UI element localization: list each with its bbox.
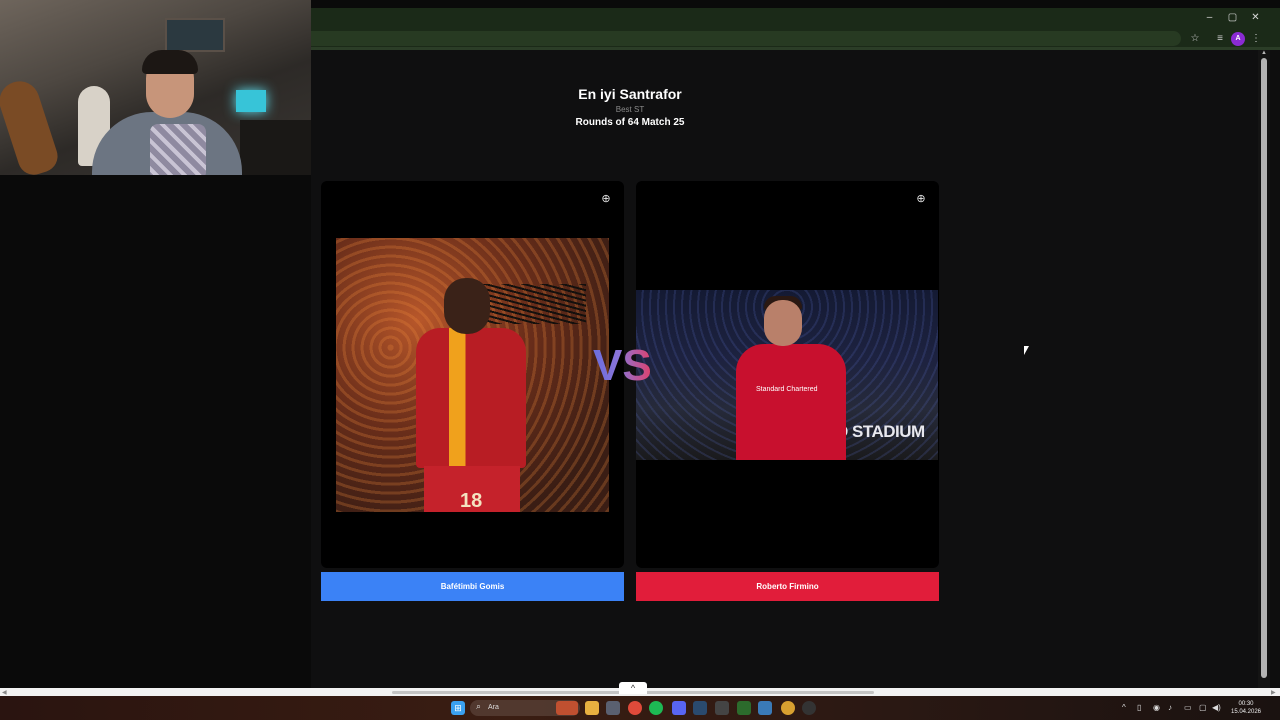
network-icon[interactable]: ◉ [1153,703,1160,712]
vs-label: VS [593,341,652,390]
store-icon[interactable] [606,701,620,715]
file-explorer-icon[interactable] [585,701,599,715]
settings-icon[interactable] [758,701,772,715]
browser-titlebar [311,8,1280,28]
keyboard-icon[interactable]: ▭ [1184,703,1192,712]
search-icon: ⌕ [476,701,482,711]
page-title: En iyi Santrafor [578,86,682,102]
webcam-overlay [0,0,311,175]
player-jersey [416,328,526,468]
vertical-scrollbar[interactable]: ▲ [1258,50,1270,688]
left-candidate-photo[interactable]: 18 [336,238,609,512]
page-subtitle: Best ST [615,105,645,114]
wall-picture [165,18,225,52]
player-head [764,300,802,346]
maximize-button[interactable]: ▢ [1221,8,1244,28]
taskbar-clock[interactable]: 00:30 15.04.2026 [1226,700,1266,716]
chevron-up-icon[interactable]: ^ [619,682,647,694]
player-dreadlocks [476,284,586,324]
streamer-headphones [142,50,198,74]
scroll-left-icon[interactable]: ◀ [2,689,7,696]
profile-avatar[interactable]: A [1231,32,1245,46]
bookmark-star-icon[interactable]: ☆ [1188,32,1202,46]
battery-icon[interactable]: ▯ [1137,703,1141,712]
top-strip [311,0,1280,8]
right-candidate-photo[interactable]: D STADIUM Standard Chartered [636,290,938,460]
mouse-cursor [1024,346,1029,355]
guitar [0,76,62,175]
clock-time: 00:30 [1238,701,1254,707]
clock-date: 15.04.2026 [1230,709,1262,715]
steam-icon[interactable] [693,701,707,715]
search-highlight-icon[interactable] [556,701,578,715]
microphone-icon[interactable]: ♪ [1168,703,1172,712]
minimize-button[interactable]: – [1198,8,1221,28]
scroll-right-icon[interactable]: ▶ [1271,689,1276,696]
chrome-icon[interactable] [628,701,642,715]
desk [240,120,311,175]
close-button[interactable]: ✕ [1244,8,1267,28]
stadium-signage: D STADIUM [836,422,925,441]
browser-menu-icon[interactable]: ⋮ [1249,32,1263,46]
choose-right-button[interactable]: Roberto Firmino [636,572,939,601]
scroll-up-icon[interactable]: ▲ [1261,50,1267,56]
vertical-scroll-thumb[interactable] [1261,58,1267,678]
start-icon[interactable]: ⊞ [451,701,465,715]
chrome-2-icon[interactable] [781,701,795,715]
jersey-number: 18 [460,490,483,512]
left-black-area [0,175,311,688]
tray-chevron-icon[interactable]: ^ [1122,703,1126,712]
round-info: Rounds of 64 Match 25 [575,117,685,128]
address-bar[interactable] [311,31,1181,46]
zoom-icon[interactable]: ⊕ [914,192,928,206]
screen: – ▢ ✕ ☆ ≡ A ⋮ ▲ En iyi Santrafor Best ST… [0,0,1280,720]
choose-left-button[interactable]: Bafétimbi Gomis [321,572,624,601]
spotify-icon[interactable] [649,701,663,715]
player-head [444,278,490,334]
zoom-icon[interactable]: ⊕ [599,192,613,206]
volume-icon[interactable]: ◀) [1212,703,1221,712]
jersey-sponsor: Standard Chartered [756,386,818,393]
streamer-scarf [150,124,206,175]
background-monitor [236,90,266,112]
player-jersey [736,344,846,460]
extensions-icon[interactable]: ≡ [1213,32,1227,46]
media-player-icon[interactable] [737,701,751,715]
discord-icon[interactable] [672,701,686,715]
display-icon[interactable]: ▢ [1199,703,1207,712]
editor-icon[interactable] [715,701,729,715]
obs-icon[interactable] [802,701,816,715]
